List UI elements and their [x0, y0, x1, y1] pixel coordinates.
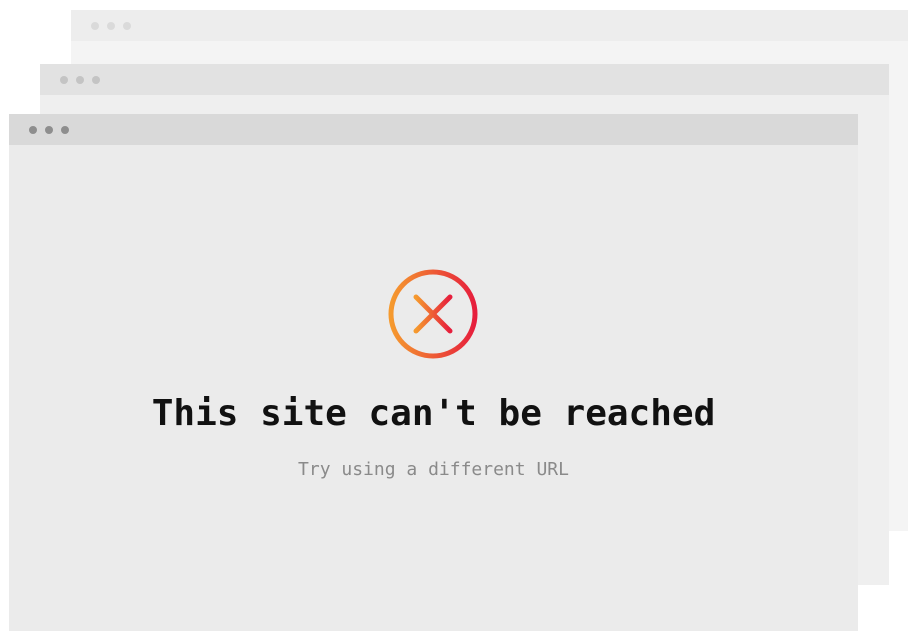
error-illustration: This site can't be reached Try using a d…: [0, 0, 908, 631]
window-controls: [60, 76, 100, 84]
window-dot-icon: [29, 126, 37, 134]
window-dot-icon: [60, 76, 68, 84]
error-content: This site can't be reached Try using a d…: [9, 145, 858, 631]
window-titlebar: [9, 114, 858, 145]
window-dot-icon: [76, 76, 84, 84]
window-dot-icon: [92, 76, 100, 84]
window-controls: [91, 22, 131, 30]
window-titlebar: [71, 10, 908, 41]
window-dot-icon: [61, 126, 69, 134]
error-title: This site can't be reached: [151, 393, 716, 434]
window-dot-icon: [91, 22, 99, 30]
error-x-circle-icon: [388, 269, 478, 359]
error-subtitle: Try using a different URL: [298, 459, 569, 480]
window-titlebar: [40, 64, 889, 95]
window-dot-icon: [107, 22, 115, 30]
browser-window: This site can't be reached Try using a d…: [9, 114, 858, 631]
window-dot-icon: [123, 22, 131, 30]
window-controls: [29, 126, 69, 134]
window-dot-icon: [45, 126, 53, 134]
